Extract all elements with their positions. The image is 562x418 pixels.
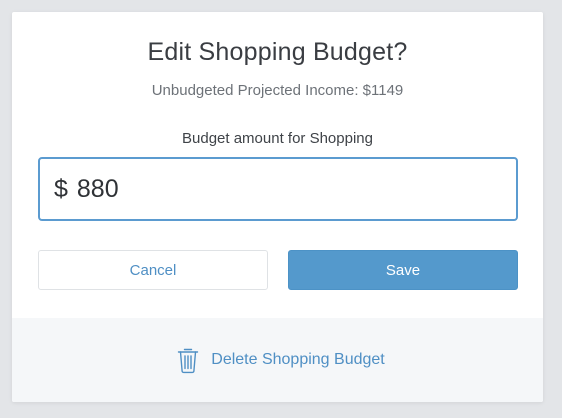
cancel-button[interactable]: Cancel	[38, 250, 268, 290]
save-button-label: Save	[385, 261, 421, 279]
budget-amount-value[interactable]: 880	[77, 175, 119, 204]
delete-budget-label: Delete Shopping Budget	[211, 351, 385, 368]
budget-amount-label: Budget amount for Shopping	[182, 130, 373, 147]
save-button[interactable]: Save	[288, 250, 518, 290]
trash-icon	[176, 346, 200, 374]
currency-symbol: $	[54, 174, 68, 203]
delete-budget-link[interactable]: Delete Shopping Budget	[176, 346, 385, 374]
budget-amount-input[interactable]: $ 880	[38, 157, 518, 221]
cancel-button-label: Cancel	[129, 261, 177, 279]
edit-budget-modal: Edit Shopping Budget? Unbudgeted Project…	[12, 12, 543, 402]
modal-footer: Delete Shopping Budget	[12, 318, 543, 402]
modal-title: Edit Shopping Budget?	[147, 38, 408, 66]
unbudgeted-income-text: Unbudgeted Projected Income: $1149	[151, 82, 404, 99]
